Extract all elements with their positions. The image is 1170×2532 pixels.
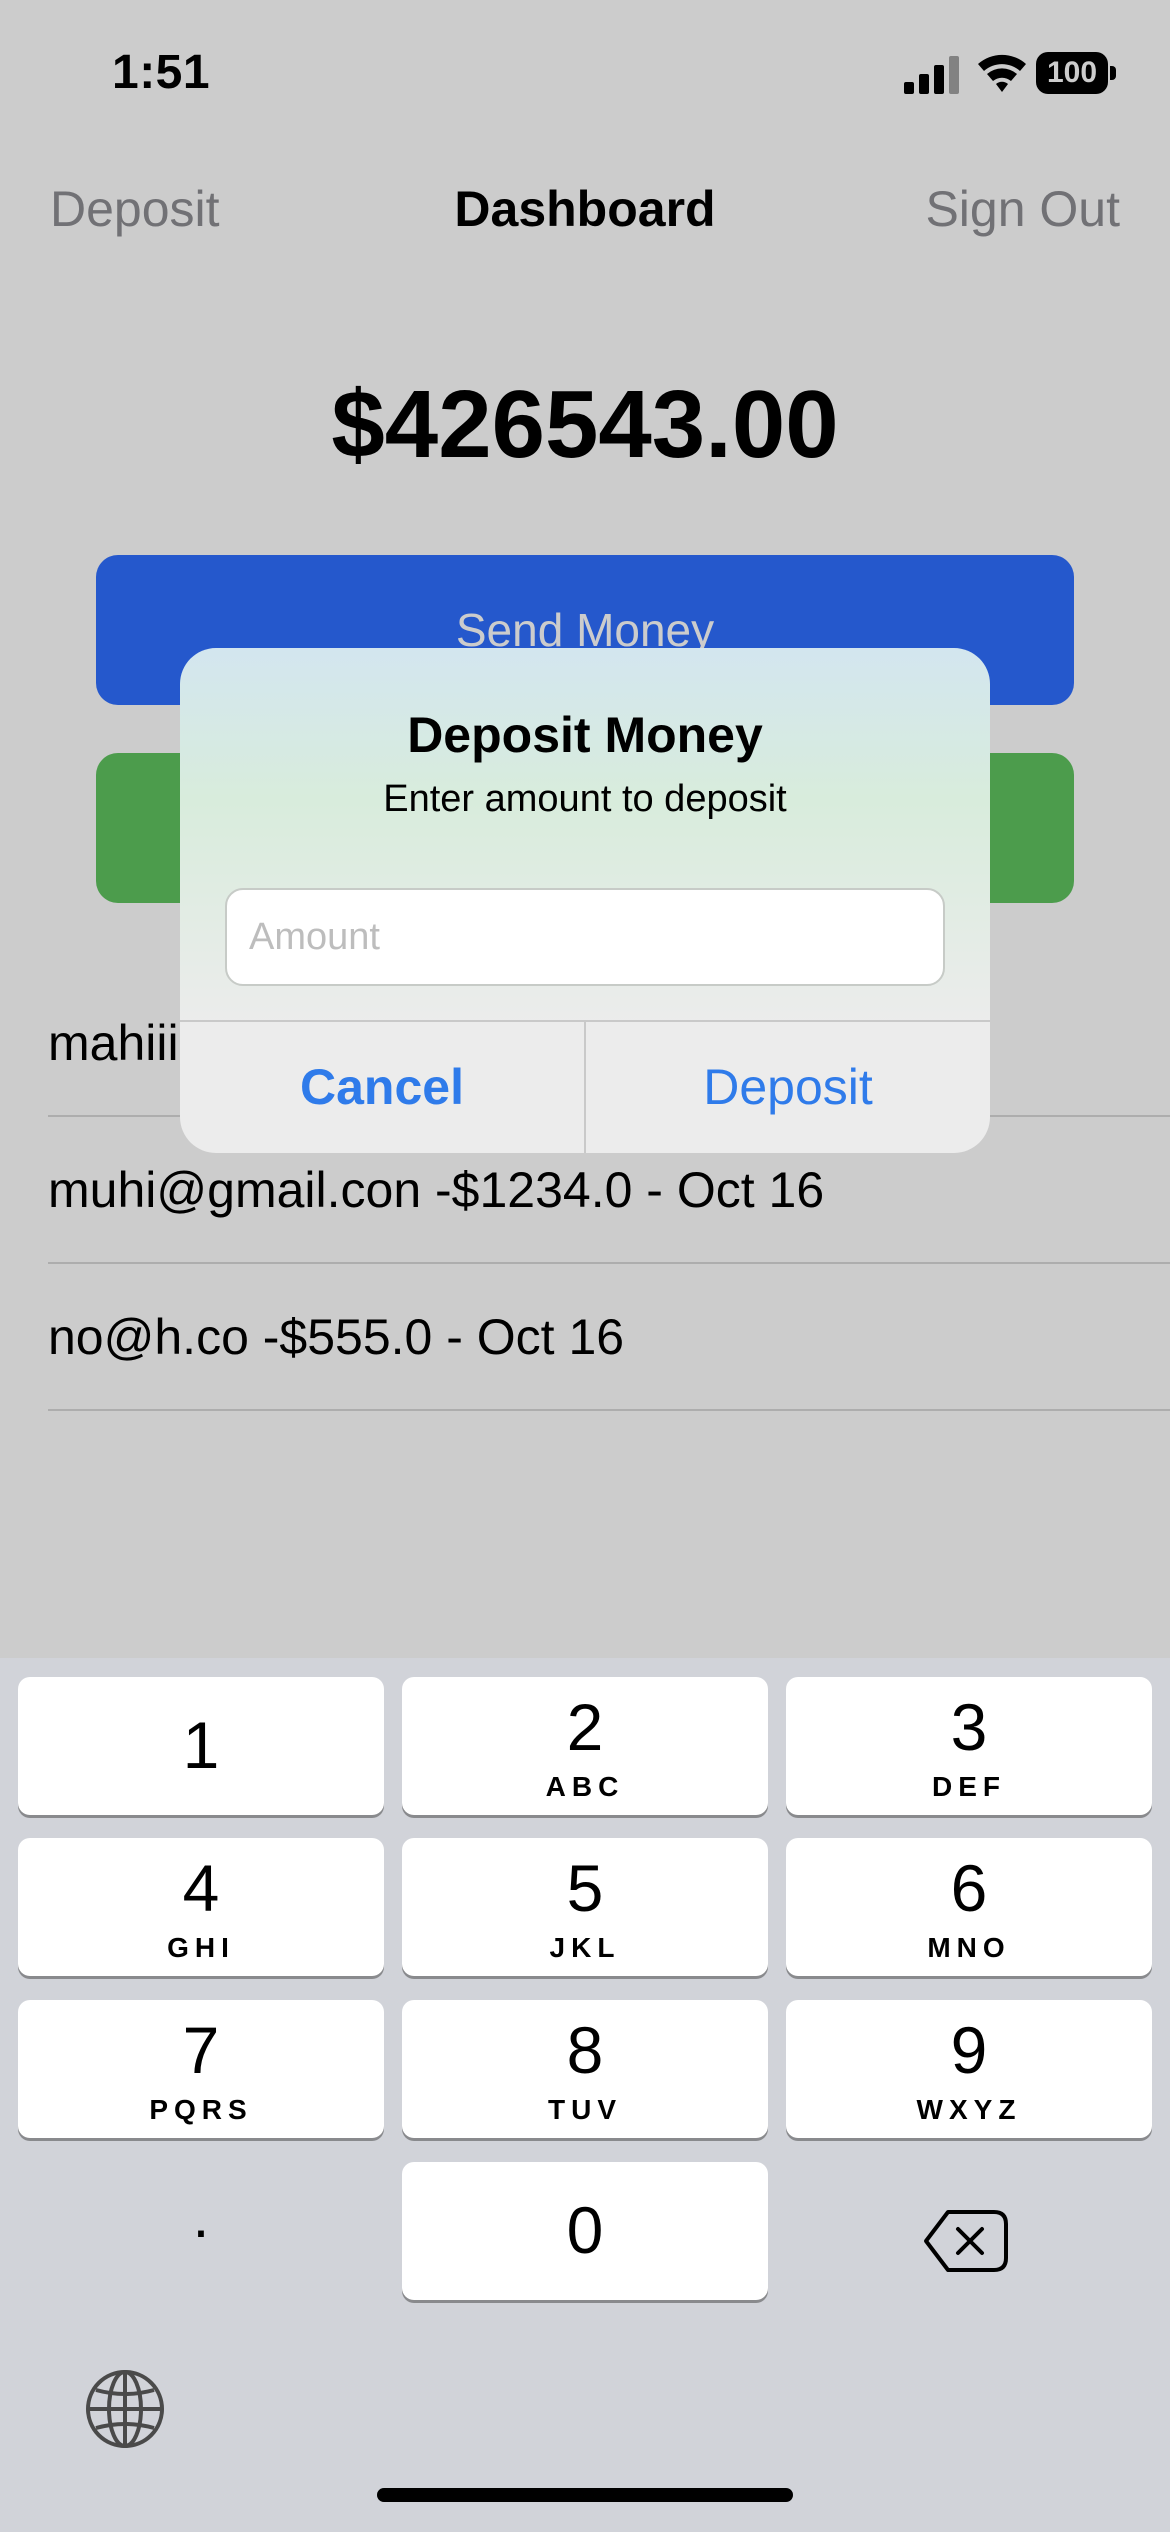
key-3[interactable]: 3 DEF [786, 1677, 1152, 1815]
key-1[interactable]: 1 [18, 1677, 384, 1815]
cancel-button[interactable]: Cancel [180, 1022, 584, 1153]
key-9[interactable]: 9 WXYZ [786, 2000, 1152, 2138]
key-7[interactable]: 7 PQRS [18, 2000, 384, 2138]
key-8[interactable]: 8 TUV [402, 2000, 768, 2138]
key-4[interactable]: 4 GHI [18, 1838, 384, 1976]
alert-title: Deposit Money [407, 707, 763, 763]
backspace-icon[interactable] [786, 2162, 1152, 2300]
globe-icon[interactable] [84, 2368, 166, 2450]
decimal-key[interactable]: . [18, 2162, 384, 2300]
key-5[interactable]: 5 JKL [402, 1838, 768, 1976]
home-indicator[interactable] [377, 2488, 793, 2502]
key-0[interactable]: 0 [402, 2162, 768, 2300]
key-2[interactable]: 2 ABC [402, 1677, 768, 1815]
key-6[interactable]: 6 MNO [786, 1838, 1152, 1976]
alert-message: Enter amount to deposit [383, 778, 787, 820]
amount-input[interactable] [225, 888, 945, 986]
deposit-alert: Deposit Money Enter amount to deposit Ca… [180, 648, 990, 1153]
deposit-button[interactable]: Deposit [586, 1022, 990, 1153]
